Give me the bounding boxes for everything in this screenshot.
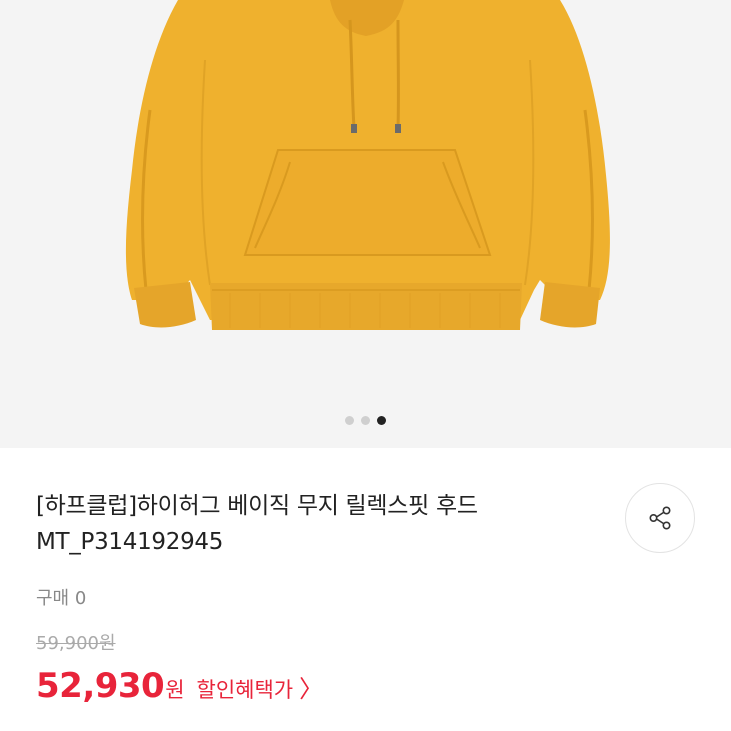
product-info: [하프클럽]하이허그 베이직 무지 릴렉스핏 후드 MT_P314192945 … [0,448,731,731]
gallery-dot-active[interactable] [377,416,386,425]
product-image [125,0,610,330]
chevron-right-icon: 〉 [299,675,324,703]
discount-benefit-link[interactable]: 할인혜택가 〉 [197,674,324,704]
product-title-line1: [하프클럽]하이허그 베이직 무지 릴렉스핏 후드 [36,493,478,519]
sale-price: 52,930 [36,666,165,706]
sale-price-unit: 원 [165,678,185,702]
product-image-gallery[interactable] [0,0,731,448]
gallery-pagination [0,416,731,425]
product-detail-page: [하프클럽]하이허그 베이직 무지 릴렉스핏 후드 MT_P314192945 … [0,0,731,731]
gallery-dot[interactable] [345,416,354,425]
original-price: 59,900원 [36,633,116,654]
gallery-dot[interactable] [361,416,370,425]
product-code: MT_P314192945 [36,529,224,555]
sale-price-row: 52,930 원 할인혜택가 〉 [36,666,323,706]
share-icon [649,506,671,530]
purchase-count: 구매 0 [36,588,87,609]
share-button[interactable] [625,483,695,553]
product-title: [하프클럽]하이허그 베이직 무지 릴렉스핏 후드 MT_P314192945 [36,488,616,560]
discount-benefit-label: 할인혜택가 [196,678,294,702]
